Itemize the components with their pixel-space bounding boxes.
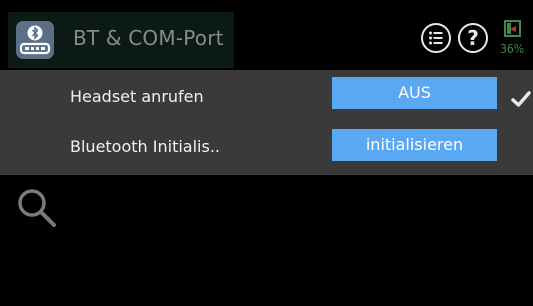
row-label-headset: Headset anrufen (70, 87, 204, 106)
help-question-icon[interactable]: ? (457, 22, 489, 54)
row-label-bluetooth-init: Bluetooth Initialis.. (70, 137, 220, 156)
header-bar: BT & COM-Port ? 36% (0, 0, 533, 70)
page-title: BT & COM-Port (73, 26, 224, 50)
bluetooth-initialize-button[interactable]: initialisieren (332, 129, 497, 161)
battery-fill (507, 23, 511, 34)
settings-panel: Headset anrufen AUS Bluetooth Initialis.… (0, 70, 533, 175)
headset-call-value-button[interactable]: AUS (332, 77, 497, 109)
menu-list-icon[interactable] (420, 22, 452, 54)
bluetooth-com-icon (16, 21, 54, 59)
checkmark-icon (510, 88, 532, 110)
battery-indicator: 36% (500, 20, 533, 60)
battery-icon (504, 20, 521, 37)
search-icon[interactable] (16, 188, 58, 230)
battery-percent: 36% (500, 42, 524, 56)
title-block: BT & COM-Port (8, 12, 234, 68)
svg-text:?: ? (467, 26, 479, 50)
